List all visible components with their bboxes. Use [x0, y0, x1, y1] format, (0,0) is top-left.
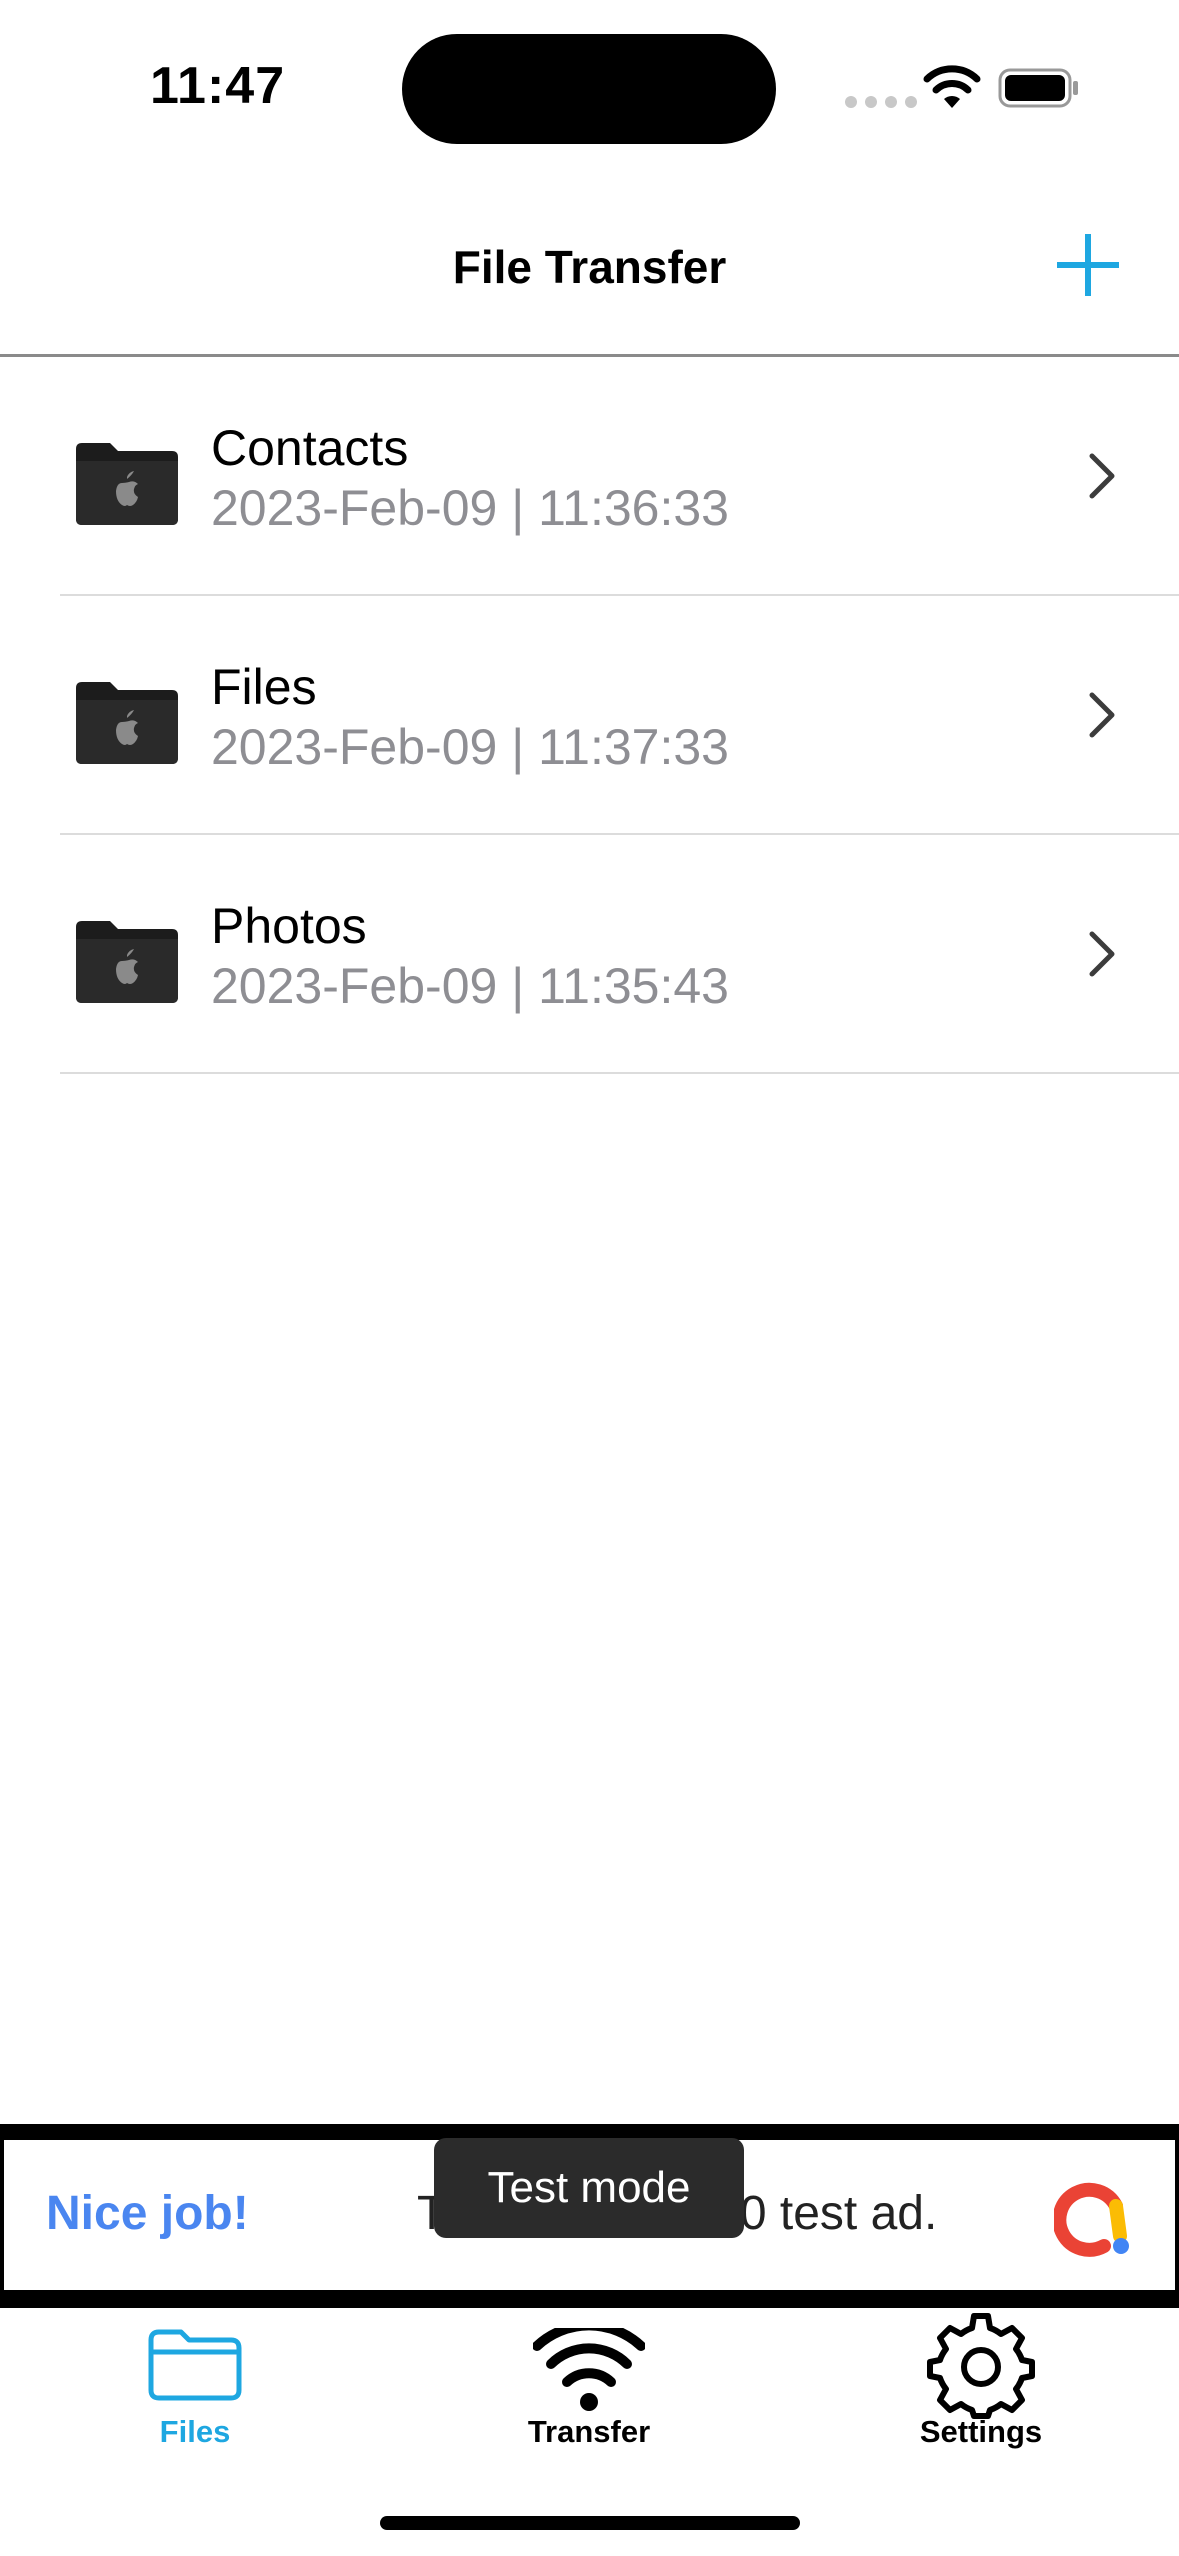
folder-icon	[76, 682, 178, 764]
chevron-right-icon	[1089, 453, 1115, 499]
file-name: Files	[211, 659, 317, 715]
status-time: 11:47	[150, 57, 286, 115]
battery-icon	[998, 68, 1078, 108]
ad-headline: Nice job!	[46, 2187, 249, 2240]
test-mode-badge: Test mode	[434, 2138, 744, 2238]
tab-settings[interactable]: Settings	[831, 2308, 1131, 2468]
list-item-photos[interactable]: Photos 2023-Feb-09 | 11:35:43	[0, 835, 1179, 1074]
folder-icon	[148, 2329, 242, 2401]
file-name: Contacts	[211, 420, 409, 476]
dynamic-island	[402, 34, 776, 144]
page-title: File Transfer	[452, 241, 727, 293]
wifi-status-icon	[923, 65, 981, 108]
folder-icon	[76, 443, 178, 525]
folder-icon	[76, 921, 178, 1003]
navigation-bar: File Transfer	[0, 200, 1179, 357]
list-item-contacts[interactable]: Contacts 2023-Feb-09 | 11:36:33	[0, 357, 1179, 596]
file-list: Contacts 2023-Feb-09 | 11:36:33 Files 20…	[0, 357, 1179, 1074]
gear-icon	[927, 2313, 1035, 2419]
tab-files[interactable]: Files	[45, 2308, 345, 2468]
tab-transfer[interactable]: Transfer	[439, 2308, 739, 2468]
chevron-right-icon	[1089, 692, 1115, 738]
tab-label: Settings	[919, 2414, 1043, 2449]
wifi-icon	[533, 2328, 645, 2411]
status-bar: 11:47	[0, 0, 1179, 170]
cellular-signal-icon	[845, 96, 917, 108]
file-date: 2023-Feb-09 | 11:36:33	[211, 480, 729, 536]
admob-logo-icon	[1054, 2182, 1129, 2257]
file-date: 2023-Feb-09 | 11:35:43	[211, 958, 729, 1014]
add-button[interactable]	[1055, 232, 1121, 298]
chevron-right-icon	[1089, 931, 1115, 977]
file-date: 2023-Feb-09 | 11:37:33	[211, 719, 729, 775]
file-name: Photos	[211, 898, 367, 954]
home-indicator[interactable]	[380, 2516, 800, 2530]
tab-label: Files	[159, 2414, 231, 2449]
tab-label: Transfer	[527, 2414, 651, 2449]
list-item-files[interactable]: Files 2023-Feb-09 | 11:37:33	[0, 596, 1179, 835]
